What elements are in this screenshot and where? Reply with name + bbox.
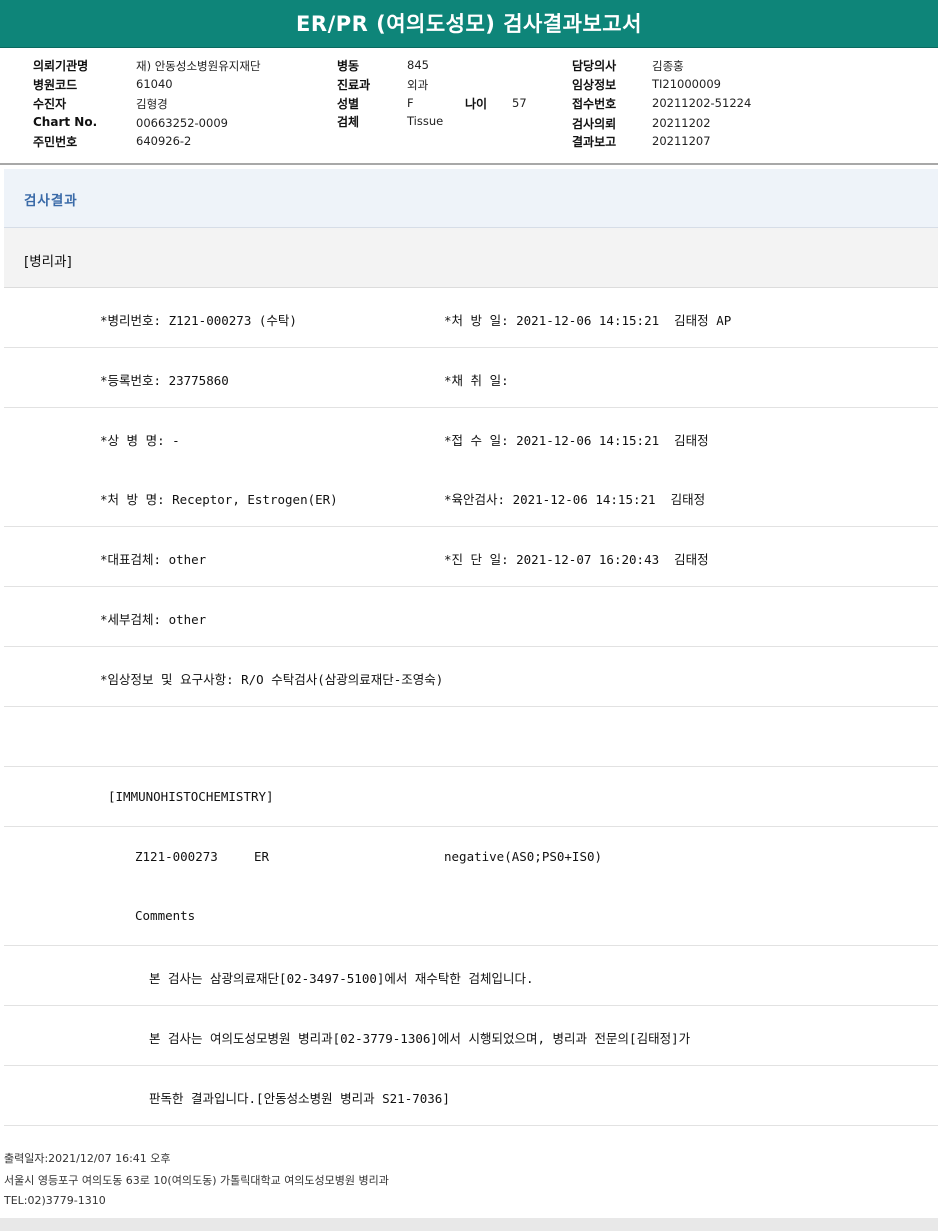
comment-row: 본 검사는 여의도성모병원 병리과[02-3779-1306]에서 시행되었으며…: [4, 1006, 938, 1066]
result-row: *처 방 명: Receptor, Estrogen(ER) *육안검사: 20…: [4, 467, 938, 527]
receipt-no-value: 20211202-51224: [652, 96, 752, 110]
ihc-result-row: Z121-000273 ER negative(AS0;PS0+IS0): [4, 827, 938, 887]
comment-line: 본 검사는 삼광의료재단[02-3497-5100]에서 재수탁한 검체입니다.: [149, 971, 534, 986]
result-row: *세부검체: other: [4, 587, 938, 647]
sub-specimen: *세부검체: other: [100, 612, 207, 627]
resident-id-label: 주민번호: [33, 135, 78, 149]
ihc-title: [IMMUNOHISTOCHEMISTRY]: [108, 789, 274, 804]
lab-address: 서울시 영등포구 여의도동 63로 10(여의도동) 가톨릭대학교 여의도성모병…: [4, 1174, 389, 1187]
department-name: [병리과]: [24, 254, 72, 270]
bottom-scroll-area: [0, 1218, 938, 1231]
print-date: 출력일자:2021/12/07 16:41 오후: [4, 1152, 171, 1165]
section-title: 검사결과: [24, 193, 78, 209]
comment-row: 판독한 결과입니다.[안동성소병원 병리과 S21-7036]: [4, 1066, 938, 1126]
hospital-code-value: 61040: [136, 77, 173, 91]
chart-no-value: 00663252-0009: [136, 116, 228, 130]
ward-label: 병동: [337, 59, 360, 73]
clinical-info-label: 임상정보: [572, 78, 617, 92]
registration-number: *등록번호: 23775860: [100, 373, 229, 388]
result-row: *임상정보 및 요구사항: R/O 수탁검사(삼광의료재단-조영숙): [4, 647, 938, 707]
comment-row: 본 검사는 삼광의료재단[02-3497-5100]에서 재수탁한 검체입니다.: [4, 946, 938, 1006]
result-row: *등록번호: 23775860 *채 취 일:: [4, 348, 938, 408]
pathology-number: *병리번호: Z121-000273 (수탁): [100, 313, 297, 328]
comments-label: Comments: [135, 908, 196, 923]
department-value: 외과: [407, 78, 429, 92]
ward-value: 845: [407, 58, 429, 72]
doctor-label: 담당의사: [572, 59, 617, 73]
diagnosis-date: *진 단 일: 2021-12-07 16:20:43 김태정: [444, 552, 709, 567]
gross-exam-date: *육안검사: 2021-12-06 14:15:21 김태정: [444, 492, 706, 507]
patient-label: 수진자: [33, 97, 67, 111]
comment-line: 판독한 결과입니다.[안동성소병원 병리과 S21-7036]: [149, 1091, 450, 1106]
result-row: *대표검체: other *진 단 일: 2021-12-07 16:20:43…: [4, 527, 938, 587]
lab-phone: TEL:02)3779-1310: [4, 1194, 106, 1207]
patient-value: 김형경: [136, 97, 168, 111]
age-label: 나이: [465, 97, 488, 111]
order-name: *처 방 명: Receptor, Estrogen(ER): [100, 492, 338, 507]
specimen-label: 검체: [337, 115, 360, 129]
chart-no-label: Chart No.: [33, 115, 98, 129]
department-row: [병리과]: [4, 228, 938, 288]
sex-label: 성별: [337, 97, 360, 111]
request-date-value: 20211202: [652, 116, 711, 130]
order-date: *처 방 일: 2021-12-06 14:15:21 김태정 AP: [444, 313, 732, 328]
ihc-specimen-id: Z121-000273: [135, 849, 218, 864]
main-specimen: *대표검체: other: [100, 552, 207, 567]
age-value: 57: [512, 96, 527, 110]
report-title: ER/PR (여의도성모) 검사결과보고서: [296, 12, 642, 36]
ihc-result: negative(AS0;PS0+IS0): [444, 849, 603, 864]
patient-info-header: 의뢰기관명 재) 안동성소병원유지재단 병원코드 61040 수진자 김형경 C…: [0, 48, 938, 165]
diagnosis-name: *상 병 명: -: [100, 433, 180, 448]
comments-label-row: Comments: [4, 886, 938, 946]
report-date-label: 결과보고: [572, 135, 617, 149]
result-section-header: 검사결과: [4, 169, 938, 228]
clinical-info-value: TI21000009: [652, 77, 721, 91]
received-date: *접 수 일: 2021-12-06 14:15:21 김태정: [444, 433, 709, 448]
comment-line: 본 검사는 여의도성모병원 병리과[02-3779-1306]에서 시행되었으며…: [149, 1031, 691, 1046]
hospital-code-label: 병원코드: [33, 78, 78, 92]
hospital-value: 재) 안동성소병원유지재단: [136, 59, 261, 73]
ihc-marker: ER: [254, 849, 270, 864]
report-title-bar: ER/PR (여의도성모) 검사결과보고서: [0, 0, 938, 48]
sex-value: F: [407, 96, 414, 110]
department-label: 진료과: [337, 78, 371, 92]
specimen-value: Tissue: [407, 114, 444, 128]
ihc-title-row: [IMMUNOHISTOCHEMISTRY]: [4, 767, 938, 827]
clinical-request: *임상정보 및 요구사항: R/O 수탁검사(삼광의료재단-조영숙): [100, 672, 444, 687]
blank-row: [4, 707, 938, 767]
receipt-no-label: 접수번호: [572, 97, 617, 111]
request-date-label: 검사의뢰: [572, 117, 617, 131]
collection-date: *채 취 일:: [444, 373, 509, 388]
result-row: *병리번호: Z121-000273 (수탁) *처 방 일: 2021-12-…: [4, 288, 938, 348]
doctor-value: 김종홍: [652, 59, 684, 73]
report-date-value: 20211207: [652, 134, 711, 148]
hospital-label: 의뢰기관명: [33, 59, 89, 73]
resident-id-value: 640926-2: [136, 134, 192, 148]
result-row: *상 병 명: - *접 수 일: 2021-12-06 14:15:21 김태…: [4, 408, 938, 468]
